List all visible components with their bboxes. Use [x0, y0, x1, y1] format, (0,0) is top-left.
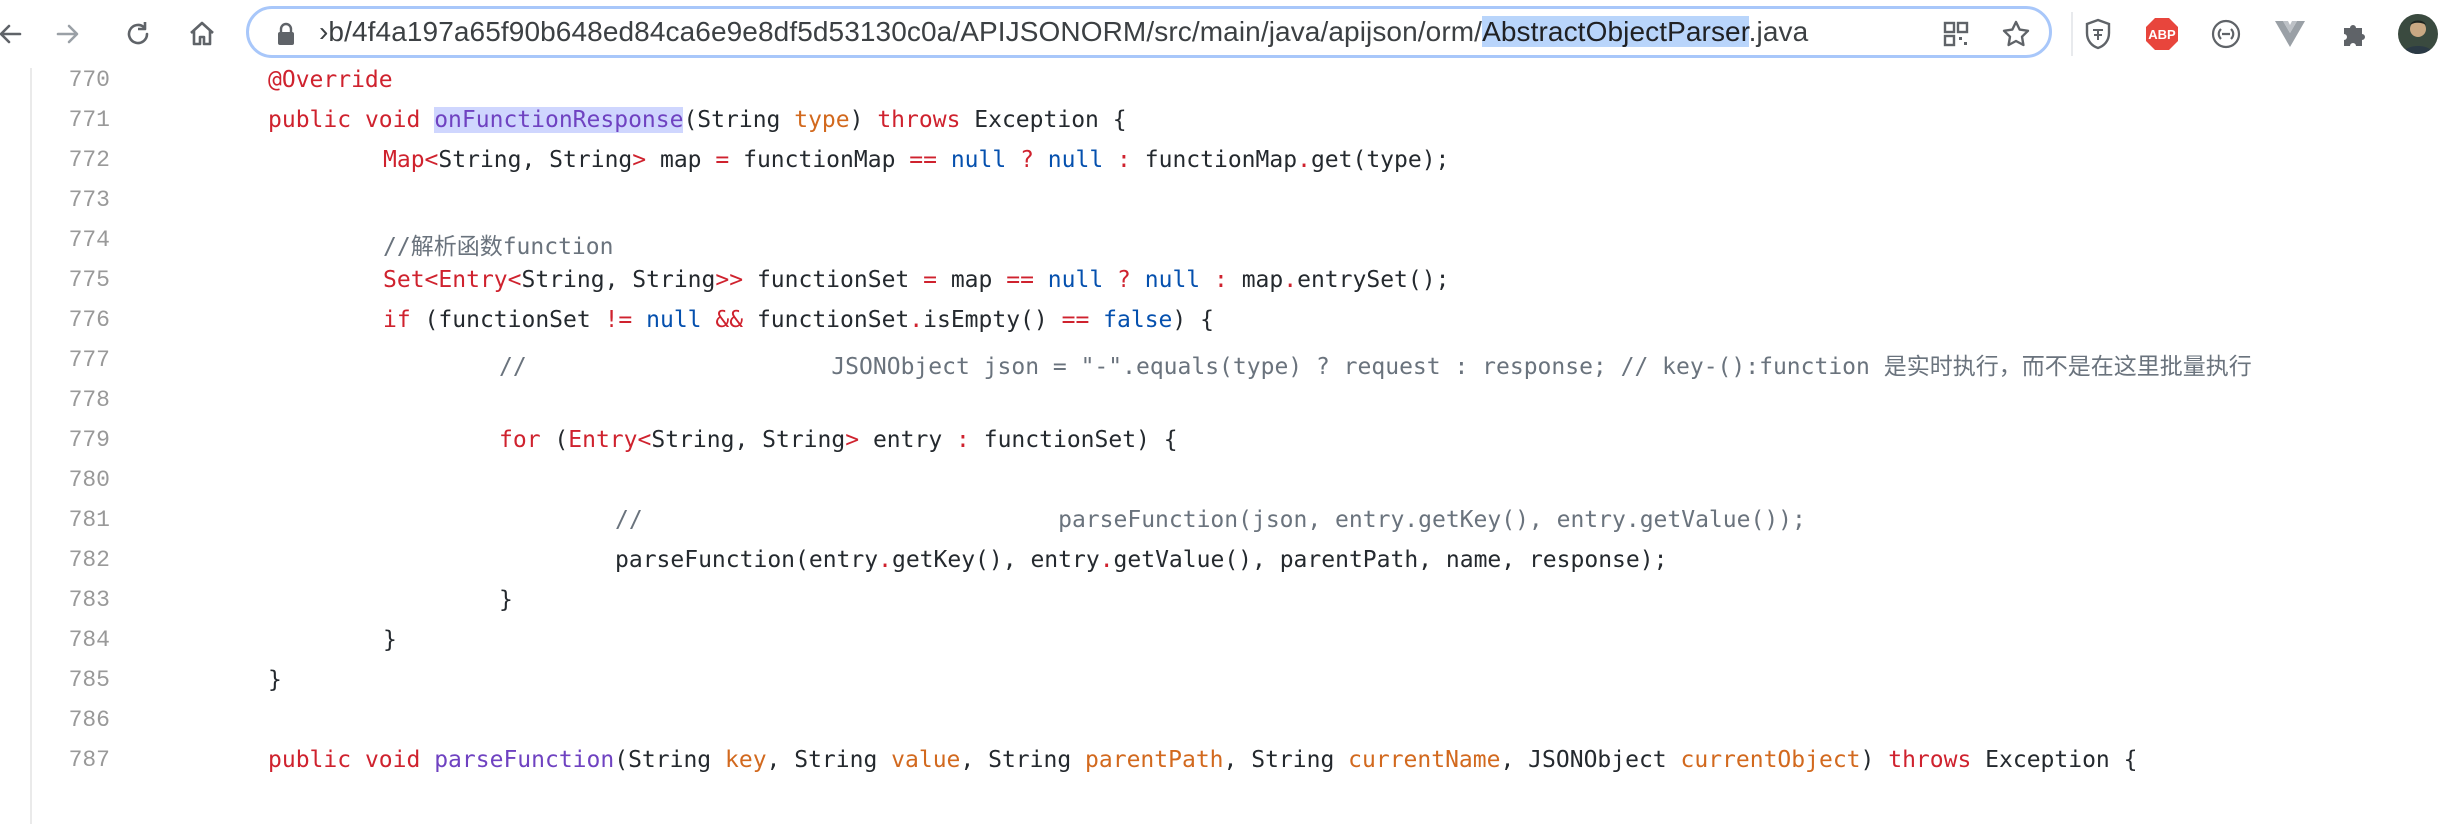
- code-line: 784 }: [0, 621, 2460, 661]
- code-text: public void onFunctionResponse(String ty…: [268, 107, 1127, 133]
- code-line: 782 parseFunction(entry.getKey(), entry.…: [0, 541, 2460, 581]
- code-line: 772 Map<String, String> map = functionMa…: [0, 141, 2460, 181]
- code-line: 787 public void parseFunction(String key…: [0, 741, 2460, 781]
- code-comment: // parseFunction(json, entry.getKey(), e…: [615, 507, 1806, 533]
- lock-icon[interactable]: [269, 17, 303, 51]
- browser-toolbar: ›b/4f4a197a65f90b648ed84ca6e9e8df5d53130…: [0, 0, 2460, 68]
- line-number: 786: [68, 707, 110, 733]
- adblock-extension-icon[interactable]: ABP: [2142, 14, 2182, 54]
- home-icon[interactable]: [182, 14, 222, 54]
- code-text: if (functionSet != null && functionSet.i…: [383, 307, 1214, 333]
- code-line: 785 }: [0, 661, 2460, 701]
- code-text: Map<String, String> map = functionMap ==…: [383, 147, 1450, 173]
- code-line: 783 }: [0, 581, 2460, 621]
- line-number: 772: [68, 147, 110, 173]
- code-line: 786: [0, 701, 2460, 741]
- abp-label: ABP: [2148, 27, 2176, 42]
- url-suffix: .java: [1748, 16, 1809, 47]
- code-text: Set<Entry<String, String>> functionSet =…: [383, 267, 1450, 293]
- code-text: public void parseFunction(String key, St…: [268, 747, 2138, 773]
- star-icon[interactable]: [1999, 17, 2033, 51]
- code-line: 779 for (Entry<String, String> entry : f…: [0, 421, 2460, 461]
- line-number: 774: [68, 227, 110, 253]
- extensions-puzzle-icon[interactable]: [2334, 14, 2374, 54]
- code-line: 770 @Override: [0, 68, 2460, 101]
- link-extension-icon[interactable]: [2206, 14, 2246, 54]
- line-number: 773: [68, 187, 110, 213]
- code-line: 775 Set<Entry<String, String>> functionS…: [0, 261, 2460, 301]
- code-line: 781 // parseFunction(json, entry.getKey(…: [0, 501, 2460, 541]
- code-line: 776 if (functionSet != null && functionS…: [0, 301, 2460, 341]
- shield-extension-icon[interactable]: [2078, 14, 2118, 54]
- url-selected-text: AbstractObjectParser: [1482, 16, 1749, 47]
- code-viewer: 769 770 @Override 771 public void onFunc…: [0, 68, 2460, 824]
- code-line: 778: [0, 381, 2460, 421]
- line-number: 781: [68, 507, 110, 533]
- code-text: }: [268, 667, 282, 693]
- line-number: 783: [68, 587, 110, 613]
- code-line: 774 //解析函数function: [0, 221, 2460, 261]
- code-text: @Override: [268, 68, 393, 93]
- code-line: 777 // JSONObject json = "-".equals(type…: [0, 341, 2460, 381]
- line-number: 775: [68, 267, 110, 293]
- line-number: 770: [68, 68, 110, 93]
- code-line: 780: [0, 461, 2460, 501]
- url-text[interactable]: ›b/4f4a197a65f90b648ed84ca6e9e8df5d53130…: [319, 9, 1808, 55]
- reload-icon[interactable]: [118, 14, 158, 54]
- url-prefix: ›b/4f4a197a65f90b648ed84ca6e9e8df5d53130…: [319, 16, 1483, 47]
- back-arrow-icon[interactable]: [0, 14, 30, 54]
- code-text: parseFunction(entry.getKey(), entry.getV…: [615, 547, 1668, 573]
- line-number: 784: [68, 627, 110, 653]
- forward-arrow-icon[interactable]: [48, 14, 88, 54]
- code-line: 773: [0, 181, 2460, 221]
- line-number: 776: [68, 307, 110, 333]
- vue-extension-icon[interactable]: [2270, 14, 2310, 54]
- code-text: }: [499, 587, 513, 613]
- line-number: 777: [68, 347, 110, 373]
- toolbar-divider: [2071, 12, 2073, 56]
- qr-code-icon[interactable]: [1939, 17, 1973, 51]
- code-line: 771 public void onFunctionResponse(Strin…: [0, 101, 2460, 141]
- line-number: 785: [68, 667, 110, 693]
- profile-avatar-icon[interactable]: [2396, 12, 2440, 56]
- line-number: 782: [68, 547, 110, 573]
- address-bar[interactable]: ›b/4f4a197a65f90b648ed84ca6e9e8df5d53130…: [246, 6, 2052, 58]
- line-number: 779: [68, 427, 110, 453]
- line-number: 787: [68, 747, 110, 773]
- code-text: }: [383, 627, 397, 653]
- line-number: 780: [68, 467, 110, 493]
- line-number: 778: [68, 387, 110, 413]
- code-comment: // JSONObject json = "-".equals(type) ? …: [499, 354, 2252, 380]
- code-comment: //解析函数function: [383, 234, 614, 260]
- line-number: 771: [68, 107, 110, 133]
- code-text: for (Entry<String, String> entry : funct…: [499, 427, 1178, 453]
